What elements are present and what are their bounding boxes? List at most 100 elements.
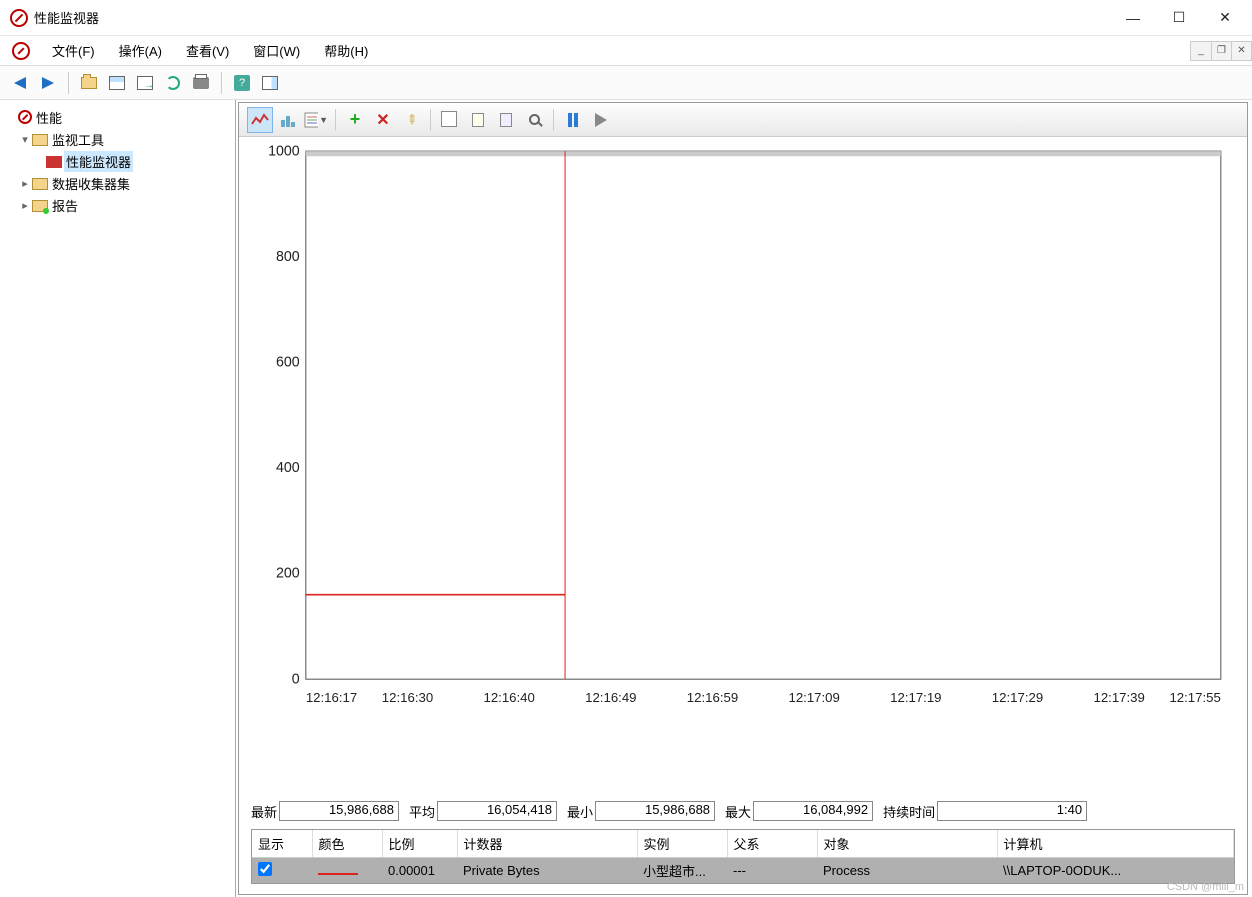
menu-bar: 文件(F) 操作(A) 查看(V) 窗口(W) 帮助(H) _ ❐ ✕ (0, 36, 1252, 66)
mdi-restore-button[interactable]: ❐ (1211, 42, 1231, 60)
content-area: 性能 ▾ 监视工具 性能监视器 ▸ 数据收集器集 ▸ 报告 (0, 100, 1252, 897)
export-icon (137, 76, 153, 90)
svg-text:12:16:49: 12:16:49 (585, 690, 636, 705)
stat-max-label: 最大 (725, 802, 751, 821)
separator (221, 72, 222, 94)
legend-header-counter[interactable]: 计数器 (457, 830, 637, 858)
forward-button[interactable] (36, 71, 60, 95)
svg-text:12:17:09: 12:17:09 (788, 690, 839, 705)
pause-icon (568, 113, 578, 127)
performance-chart: 0200400600800100012:16:1712:16:3012:16:4… (255, 145, 1231, 710)
legend-header-instance[interactable]: 实例 (637, 830, 727, 858)
svg-text:12:16:30: 12:16:30 (382, 690, 433, 705)
properties-button[interactable] (105, 71, 129, 95)
arrow-right-icon (42, 77, 54, 89)
mdi-minimize-button[interactable]: _ (1191, 42, 1211, 60)
legend-header-scale[interactable]: 比例 (382, 830, 457, 858)
print-button[interactable] (189, 71, 213, 95)
svg-text:200: 200 (276, 566, 300, 582)
tree-root-performance[interactable]: 性能 (4, 106, 231, 128)
tree-performance-monitor[interactable]: 性能监视器 (4, 150, 231, 172)
back-button[interactable] (8, 71, 32, 95)
svg-text:400: 400 (276, 460, 300, 476)
copy-button[interactable] (437, 107, 463, 133)
expander-icon[interactable]: ▸ (18, 199, 32, 212)
paste-button[interactable] (465, 107, 491, 133)
legend-cell-instance: 小型超市... (637, 858, 727, 884)
legend-header-color[interactable]: 颜色 (312, 830, 382, 858)
view-histogram-button[interactable] (275, 107, 301, 133)
view-line-button[interactable] (247, 107, 273, 133)
mdi-controls: _ ❐ ✕ (1190, 41, 1252, 61)
help-icon: ? (234, 75, 250, 91)
add-counter-button[interactable]: + (342, 107, 368, 133)
delete-counter-button[interactable]: ✕ (370, 107, 396, 133)
legend-cell-counter: Private Bytes (457, 858, 637, 884)
chart-area[interactable]: 0200400600800100012:16:1712:16:3012:16:4… (239, 137, 1247, 793)
freeze-button[interactable] (560, 107, 586, 133)
legend-header-object[interactable]: 对象 (817, 830, 997, 858)
svg-text:0: 0 (292, 671, 300, 687)
tree-label: 监视工具 (50, 129, 106, 150)
legend-table: 显示 颜色 比例 计数器 实例 父系 对象 计算机 0.00001 (252, 830, 1234, 883)
stats-row: 最新 15,986,688 平均 16,054,418 最小 15,986,68… (239, 793, 1247, 823)
stat-max-value: 16,084,992 (753, 801, 873, 821)
expander-icon[interactable]: ▸ (18, 177, 32, 190)
expander-icon[interactable]: ▾ (18, 133, 32, 146)
open-button[interactable] (77, 71, 101, 95)
separator (553, 109, 554, 131)
minimize-button[interactable]: — (1110, 2, 1156, 34)
svg-text:12:16:40: 12:16:40 (483, 690, 534, 705)
separator (335, 109, 336, 131)
update-button[interactable] (588, 107, 614, 133)
tree-label: 性能 (34, 107, 64, 128)
export-button[interactable] (133, 71, 157, 95)
menu-app-icon (12, 42, 30, 60)
report-icon (304, 112, 318, 128)
legend-header-computer[interactable]: 计算机 (997, 830, 1234, 858)
legend-header-row: 显示 颜色 比例 计数器 实例 父系 对象 计算机 (252, 830, 1234, 858)
chart-panel: ▼ + ✕ ✎ 0200400600800100012:16:1712:16:3… (238, 102, 1248, 895)
counter-legend: 显示 颜色 比例 计数器 实例 父系 对象 计算机 0.00001 (251, 829, 1235, 884)
legend-header-parent[interactable]: 父系 (727, 830, 817, 858)
show-checkbox[interactable] (258, 862, 272, 876)
properties-icon (109, 76, 125, 90)
action-pane-button[interactable] (258, 71, 282, 95)
menu-view[interactable]: 查看(V) (174, 37, 241, 64)
dropdown-icon: ▼ (319, 115, 328, 125)
stat-min-label: 最小 (567, 802, 593, 821)
tree-data-collector-sets[interactable]: ▸ 数据收集器集 (4, 172, 231, 194)
separator (430, 109, 431, 131)
close-button[interactable]: ✕ (1202, 2, 1248, 34)
zoom-button[interactable] (521, 107, 547, 133)
action-pane-icon (262, 76, 278, 90)
legend-header-show[interactable]: 显示 (252, 830, 312, 858)
pencil-icon: ✎ (401, 110, 420, 129)
view-report-button[interactable]: ▼ (303, 107, 329, 133)
menu-action[interactable]: 操作(A) (107, 37, 174, 64)
properties-chart-button[interactable] (493, 107, 519, 133)
svg-text:12:17:19: 12:17:19 (890, 690, 941, 705)
copy-icon (443, 113, 457, 127)
legend-row[interactable]: 0.00001 Private Bytes 小型超市... --- Proces… (252, 858, 1234, 884)
refresh-button[interactable] (161, 71, 185, 95)
menu-window[interactable]: 窗口(W) (241, 37, 312, 64)
tree-label: 性能监视器 (64, 151, 133, 172)
tree-reports[interactable]: ▸ 报告 (4, 194, 231, 216)
help-button[interactable]: ? (230, 71, 254, 95)
stat-avg-label: 平均 (409, 802, 435, 821)
window-title: 性能监视器 (34, 8, 99, 27)
color-line-icon (318, 873, 358, 875)
paste-icon (472, 113, 484, 127)
tree-monitoring-tools[interactable]: ▾ 监视工具 (4, 128, 231, 150)
line-chart-icon (251, 112, 269, 128)
menu-help[interactable]: 帮助(H) (312, 37, 380, 64)
monitor-icon (46, 156, 62, 168)
mdi-close-button[interactable]: ✕ (1231, 42, 1251, 60)
menu-file[interactable]: 文件(F) (40, 37, 107, 64)
maximize-button[interactable]: ☐ (1156, 2, 1202, 34)
tree-panel: 性能 ▾ 监视工具 性能监视器 ▸ 数据收集器集 ▸ 报告 (0, 100, 236, 897)
highlight-button[interactable]: ✎ (398, 107, 424, 133)
window-controls: — ☐ ✕ (1110, 2, 1248, 34)
stat-duration-value: 1:40 (937, 801, 1087, 821)
